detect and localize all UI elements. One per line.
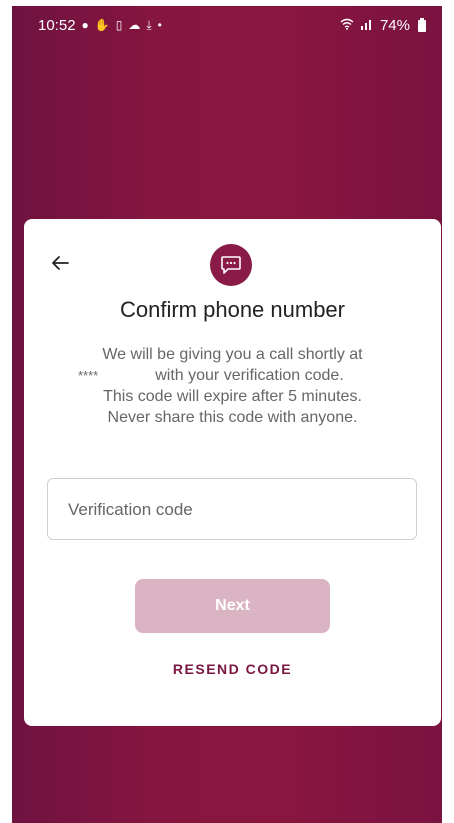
message-line-3: This code will expire after 5 minutes. — [103, 388, 362, 405]
message-line-4: Never share this code with anyone. — [107, 409, 358, 426]
chat-bubble-icon — [210, 244, 252, 286]
next-button[interactable]: Next — [135, 579, 330, 633]
hand-icon: ✋ — [94, 18, 110, 32]
verification-code-input[interactable] — [66, 479, 400, 541]
resend-code-link[interactable]: RESEND CODE — [24, 661, 441, 677]
dialog-title: Confirm phone number — [119, 297, 345, 322]
wifi-icon — [340, 18, 354, 34]
status-bar: 10:52 ● ✋ ▯ ☁ ⤓ • 74% — [12, 6, 442, 46]
back-arrow-icon[interactable] — [48, 251, 72, 275]
dialog-message: We will be giving you a call shortly at … — [64, 344, 401, 428]
status-left: 10:52 ● ✋ ▯ ☁ ⤓ • — [38, 17, 162, 34]
download-icon: ⤓ — [146, 18, 152, 32]
message-line-1: We will be giving you a call shortly at — [102, 346, 363, 363]
sim-icon: ▯ — [115, 18, 123, 32]
confirm-phone-dialog: Confirm phone number We will be giving y… — [24, 219, 441, 726]
battery-icon — [418, 17, 426, 32]
status-time: 10:52 — [38, 17, 76, 34]
cloud-icon: ☁ — [128, 18, 141, 32]
dot-icon: • — [157, 18, 162, 32]
app-screen: 10:52 ● ✋ ▯ ☁ ⤓ • 74% Confirm phone numb… — [12, 6, 442, 823]
signal-icon — [360, 18, 374, 34]
verification-code-field[interactable] — [47, 478, 417, 541]
message-line-2: with your verification code. — [155, 367, 344, 384]
battery-percent: 74% — [379, 17, 410, 34]
masked-phone-number: **** — [78, 368, 99, 383]
status-right: 74% — [340, 17, 426, 34]
location-icon: ● — [81, 18, 89, 32]
